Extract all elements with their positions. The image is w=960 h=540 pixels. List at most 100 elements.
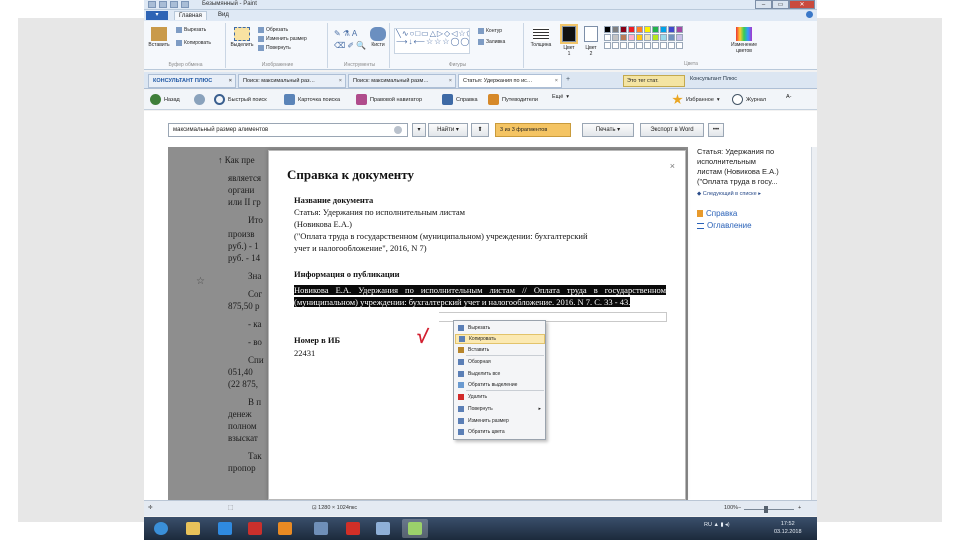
tab-consultant-home[interactable]: КОНСУЛЬТАНТ ПЛЮС × [148, 74, 236, 88]
font-size-button[interactable]: A- [786, 94, 792, 100]
palette-swatch[interactable]: #ffc90e [636, 34, 643, 41]
color1-label[interactable]: Цвет 1 [558, 45, 580, 57]
taskbar-app-paint-user[interactable] [370, 519, 396, 538]
palette-swatch[interactable]: #ff7f27 [636, 26, 643, 33]
file-menu-button[interactable]: ▾ [146, 11, 168, 20]
color2-swatch[interactable] [584, 26, 598, 42]
palette-swatch[interactable]: #ffffff [620, 42, 627, 49]
more-button[interactable]: Ещё ▾ [552, 94, 569, 100]
brushes-button[interactable]: Кисти [368, 27, 388, 48]
taskbar-app-media[interactable] [272, 519, 298, 538]
quick-search-button[interactable]: Быстрый поиск [214, 94, 267, 105]
search-options-dropdown[interactable]: ▾ [412, 123, 426, 137]
clear-search-icon[interactable] [394, 126, 402, 134]
palette-swatch[interactable]: #fff200 [644, 26, 651, 33]
palette-swatch[interactable]: #ffffff [604, 42, 611, 49]
palette-swatch[interactable]: #7092be [668, 34, 675, 41]
palette-swatch[interactable]: #3f48cc [668, 26, 675, 33]
search-in-document-input[interactable]: максимальный размер алиментов [168, 123, 408, 137]
palette-swatch[interactable]: #ffffff [644, 42, 651, 49]
tools-icons[interactable]: ✎⚗A [334, 29, 359, 38]
palette-swatch[interactable]: #ffaec9 [628, 34, 635, 41]
forward-icon[interactable] [194, 94, 205, 105]
zoom-out-button[interactable]: − [738, 505, 741, 511]
palette-swatch[interactable]: #b97a57 [620, 34, 627, 41]
taskbar-app-start[interactable] [148, 519, 174, 538]
context-menu-item[interactable]: Удалить [455, 392, 545, 402]
zoom-slider-thumb[interactable] [764, 506, 768, 513]
print-button[interactable]: Печать ▾ [582, 123, 634, 137]
taskbar-app-consultant[interactable] [308, 519, 334, 538]
favorites-button[interactable]: Избранное ▾ [672, 94, 720, 105]
thickness-button[interactable]: Толщина [528, 27, 554, 48]
card-search-button[interactable]: Карточка поиска [284, 94, 340, 105]
taskbar-clock[interactable]: 17:52 03.12.2018 [774, 520, 802, 536]
palette-swatch[interactable]: #99d9ea [660, 34, 667, 41]
context-menu-item[interactable]: Копировать [455, 334, 545, 344]
help-icon[interactable] [806, 11, 813, 18]
tab-search-1[interactable]: Поиск: максимальный раз… × [238, 74, 346, 88]
system-tray[interactable]: RU ▲ ▮ ◂) [704, 522, 730, 528]
find-button[interactable]: Найти ▾ [428, 123, 468, 137]
taskbar-app-paint[interactable] [402, 519, 428, 538]
guides-button[interactable]: Путеводители [488, 94, 538, 105]
tab-article[interactable]: Статья: Удержания по ис… × [458, 74, 562, 88]
palette-swatch[interactable]: #c8bfe7 [676, 34, 683, 41]
tab-search-2[interactable]: Поиск: максимальный разм… × [348, 74, 456, 88]
more-options-button[interactable]: ••• [708, 123, 724, 137]
contents-link[interactable]: Оглавление [697, 221, 809, 230]
dialog-close-button[interactable]: × [670, 161, 675, 171]
palette-swatch[interactable]: #00a2e8 [660, 26, 667, 33]
redo-icon[interactable] [181, 1, 189, 8]
taskbar-app-ie[interactable] [212, 519, 238, 538]
context-menu-item[interactable]: Вставить [455, 345, 545, 355]
palette-swatch[interactable]: #880015 [620, 26, 627, 33]
palette-swatch[interactable]: #a349a4 [676, 26, 683, 33]
palette-swatch[interactable]: #7f7f7f [612, 26, 619, 33]
save-icon[interactable] [159, 1, 167, 8]
palette-swatch[interactable]: #000000 [604, 26, 611, 33]
back-button[interactable]: Назад [150, 94, 180, 105]
reference-link[interactable]: Справка [697, 209, 809, 218]
palette-swatch[interactable]: #ffffff [652, 42, 659, 49]
cut-button[interactable]: Вырезать [176, 27, 206, 33]
document-tag-badge[interactable]: Это тег стат. [623, 75, 685, 87]
outline-button[interactable]: Контур [478, 28, 502, 34]
context-menu-item[interactable]: Вырезать [455, 323, 545, 333]
taskbar-app-app-red[interactable] [242, 519, 268, 538]
fill-button[interactable]: Заливка [478, 39, 505, 45]
vertical-scrollbar[interactable] [811, 147, 817, 500]
palette-swatch[interactable]: #ffffff [628, 42, 635, 49]
copy-button[interactable]: Копировать [176, 40, 211, 46]
palette-swatch[interactable]: #ffffff [668, 42, 675, 49]
context-menu-item[interactable]: Изменить размер [455, 416, 545, 426]
palette-swatch[interactable]: #ffffff [636, 42, 643, 49]
palette-swatch[interactable]: #ed1c24 [628, 26, 635, 33]
resize-button[interactable]: Изменить размер [258, 36, 307, 42]
maximize-button[interactable]: ▭ [772, 0, 789, 9]
color2-label[interactable]: Цвет 2 [580, 45, 602, 57]
context-menu-item[interactable]: Повернуть ▸ [455, 404, 545, 414]
palette-swatch[interactable]: #ffffff [604, 34, 611, 41]
palette-swatch[interactable]: #ffffff [612, 42, 619, 49]
journal-button[interactable]: Журнал [732, 94, 766, 105]
palette-swatch[interactable]: #ffffff [660, 42, 667, 49]
select-button[interactable]: Выделить [230, 27, 254, 48]
palette-swatch[interactable]: #c3c3c3 [612, 34, 619, 41]
taskbar-app-pdf[interactable] [340, 519, 366, 538]
context-menu-item[interactable]: Обратить выделение [455, 380, 545, 390]
tab-home[interactable]: Главная [174, 11, 207, 20]
find-next-button[interactable]: ⬆ [471, 123, 489, 137]
reference-button[interactable]: Справка [442, 94, 478, 105]
rotate-button[interactable]: Повернуть [258, 45, 291, 51]
color1-swatch[interactable] [560, 24, 578, 44]
new-tab-button[interactable]: + [566, 76, 570, 83]
paint-app-icon[interactable] [148, 1, 156, 8]
tools-icons-row2[interactable]: ⌫✐🔍 [334, 41, 368, 50]
legal-navigator-button[interactable]: Правовой навигатор [356, 94, 422, 105]
bookmark-star-icon[interactable]: ☆ [196, 276, 205, 287]
palette-swatch[interactable]: #22b14c [652, 26, 659, 33]
palette-swatch[interactable]: #b5e61d [652, 34, 659, 41]
crop-button[interactable]: Обрезать [258, 27, 288, 33]
edit-colors-button[interactable]: Изменение цветов [724, 27, 764, 54]
